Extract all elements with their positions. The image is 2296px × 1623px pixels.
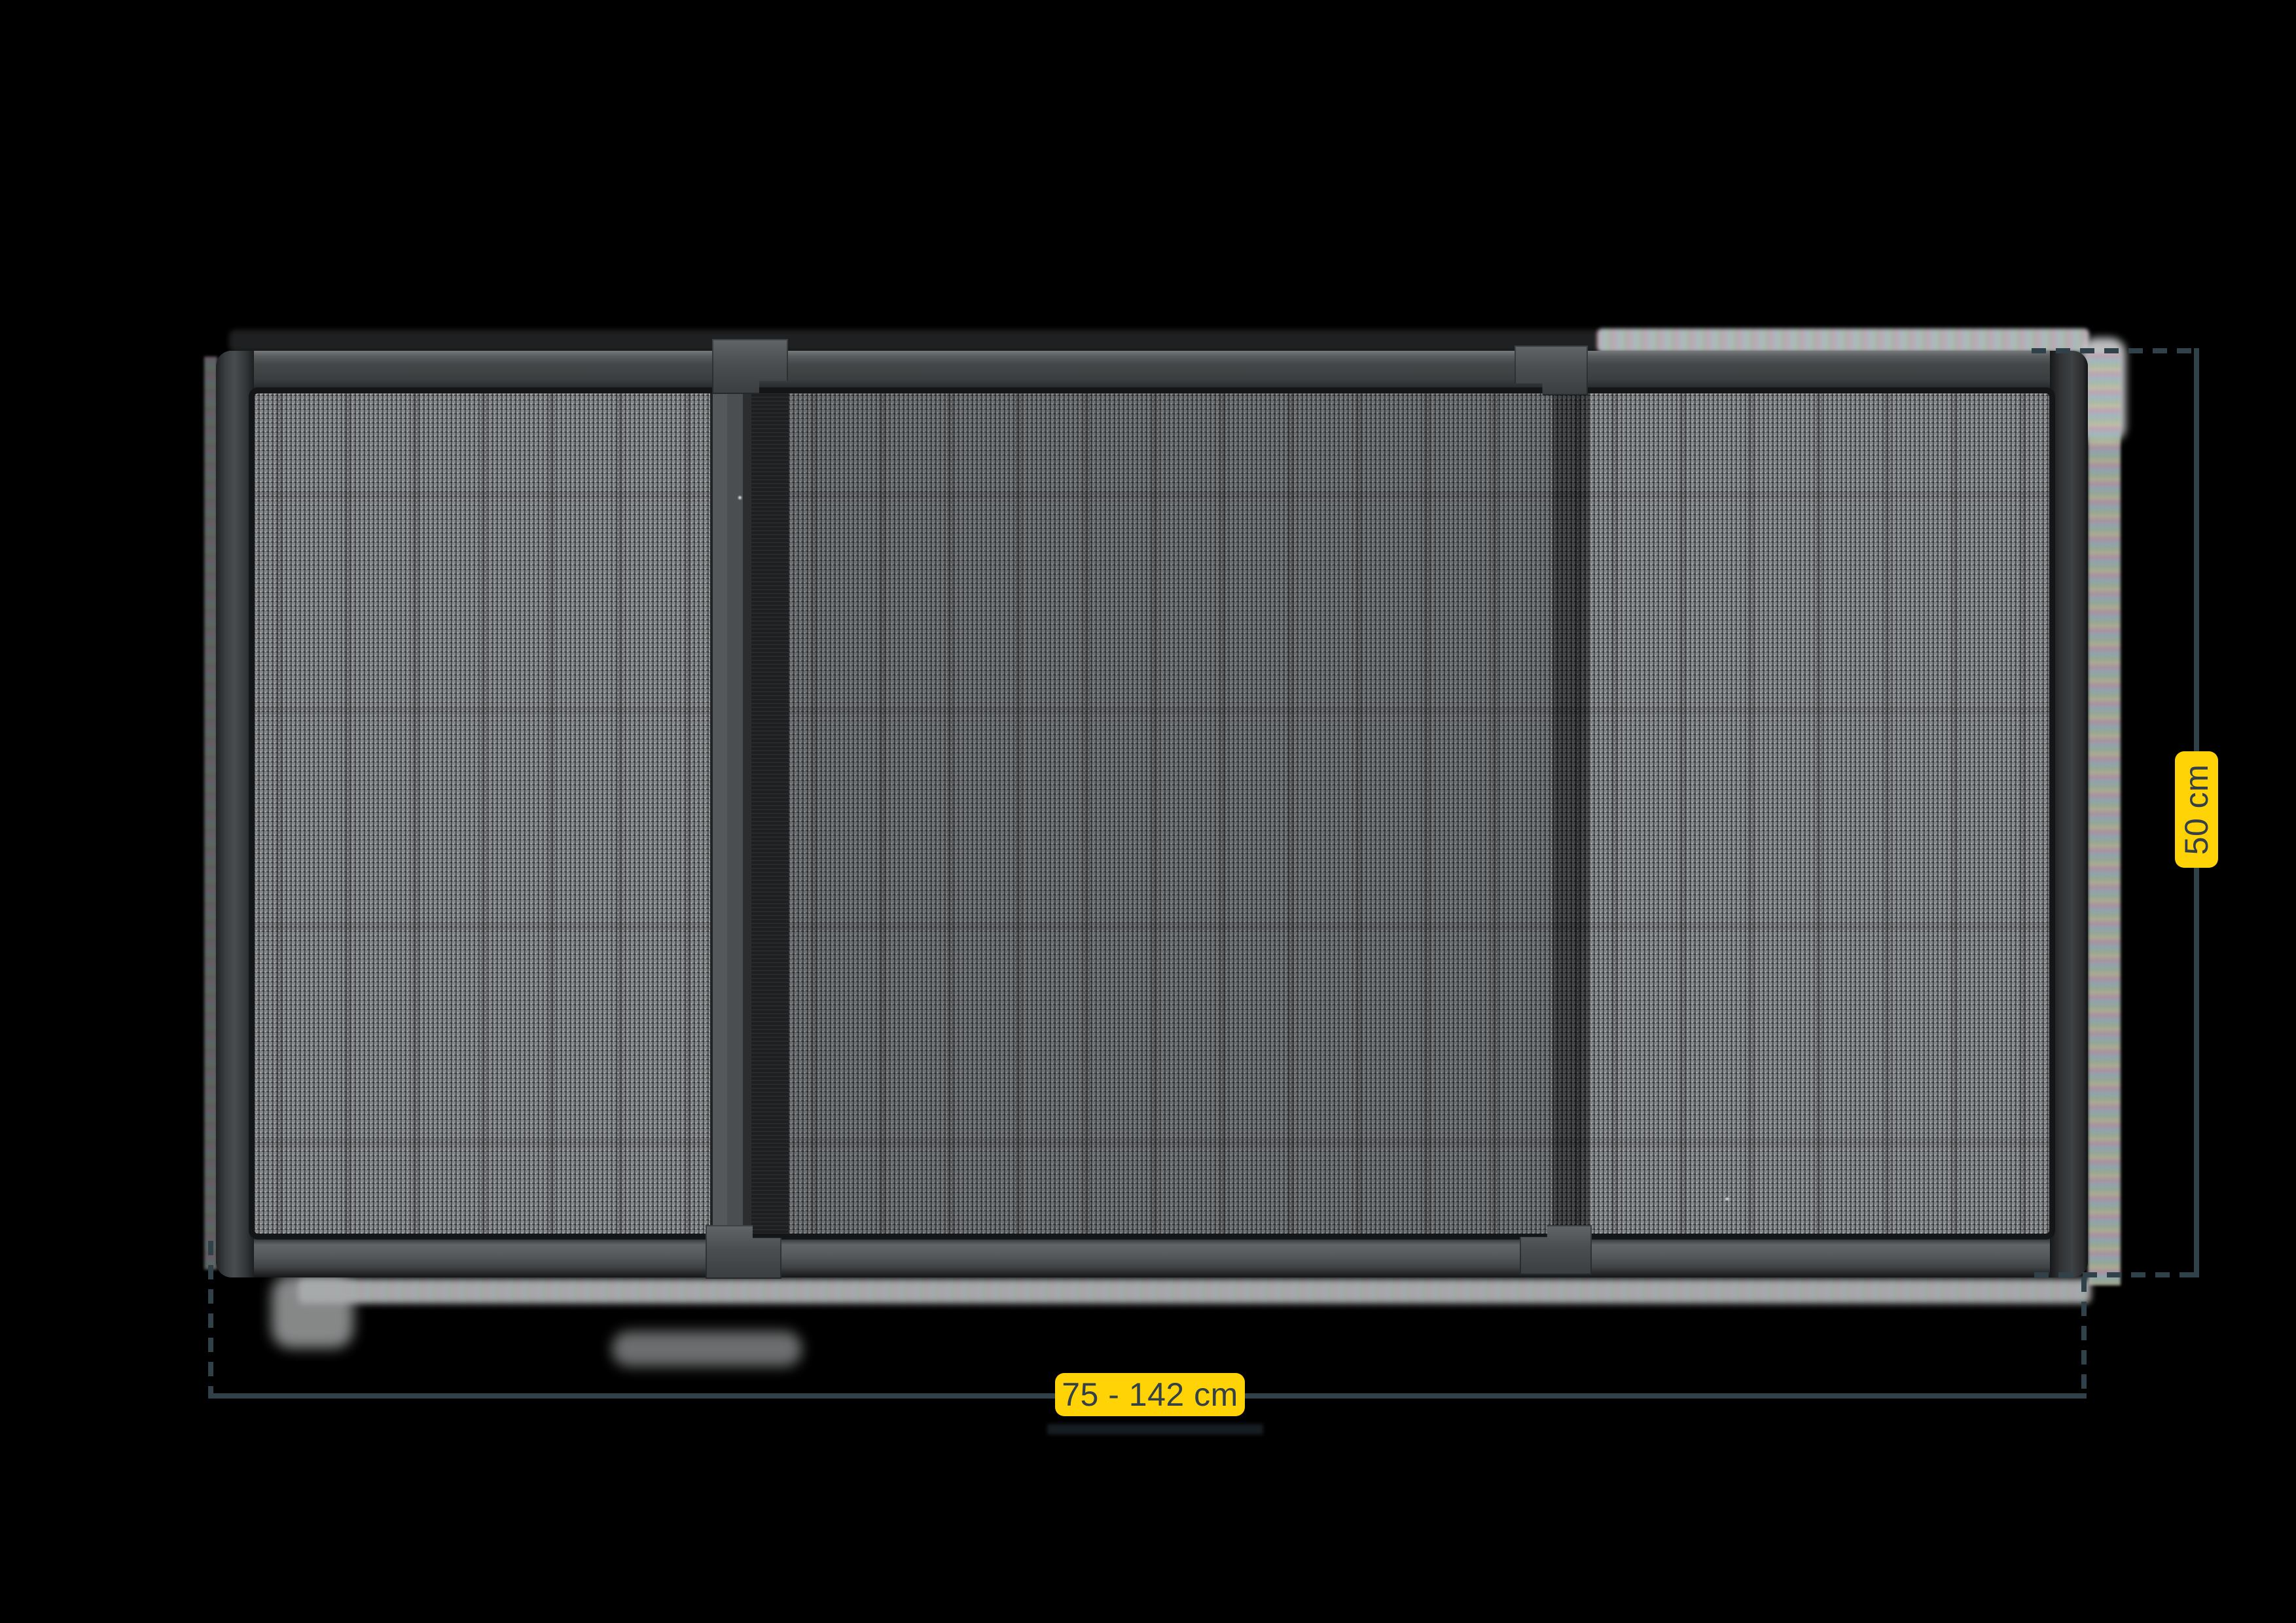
mesh-panel-right	[1589, 393, 2050, 1234]
profile-shadow-gap	[751, 393, 789, 1234]
slider-profile-bar	[710, 393, 751, 1234]
mesh-panel-left	[254, 393, 710, 1234]
extendable-insect-screen-frame	[216, 351, 2088, 1277]
shadow-blob-bottom-left	[272, 1275, 353, 1348]
frame-rail-bottom	[216, 1234, 2088, 1277]
pile-bottom-highlight	[298, 1279, 2091, 1304]
frame-rail-left	[216, 351, 254, 1277]
corner-highlight-top-right	[2081, 338, 2126, 442]
pile-left-highlight	[204, 357, 217, 1270]
pile-top-shadow	[229, 330, 1604, 352]
shadow-under-width-badge	[1047, 1424, 1263, 1435]
dust-speck	[1725, 1198, 1729, 1200]
frame-rail-top	[216, 351, 2088, 393]
shadow-blob-bottom-center	[612, 1331, 802, 1366]
frame-rail-right	[2050, 351, 2088, 1277]
height-leader-bottom	[2034, 1272, 2199, 1277]
mesh-area	[254, 393, 2050, 1234]
pile-top-highlight	[1597, 329, 2089, 352]
width-dimension-badge: 75 - 142 cm	[1055, 1373, 1245, 1416]
width-leader-left	[208, 1241, 213, 1395]
height-leader-top	[2032, 348, 2199, 353]
mesh-overlap-band	[1552, 393, 1589, 1234]
pile-right-highlight	[2088, 353, 2121, 1285]
height-dimension-badge: 50 cm	[2175, 751, 2218, 868]
mesh-panel-center	[789, 393, 1552, 1234]
width-leader-right	[2081, 1277, 2087, 1397]
dust-speck	[738, 496, 742, 499]
product-dimension-image: 75 - 142 cm 50 cm	[0, 0, 2296, 1623]
